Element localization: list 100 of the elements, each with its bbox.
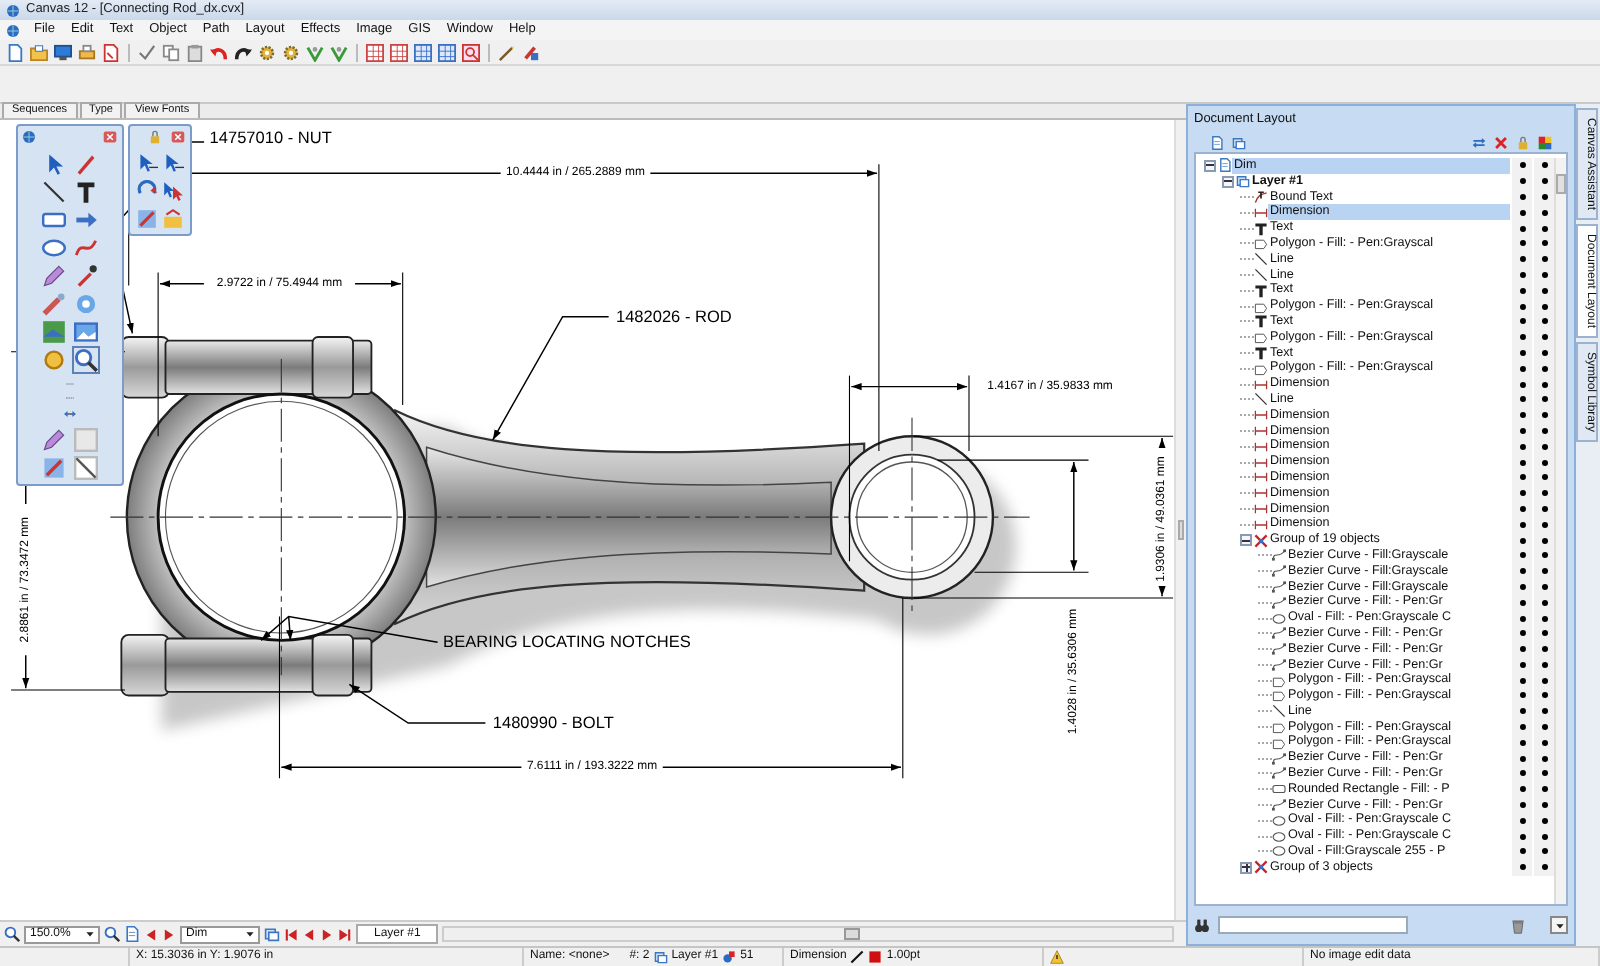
toggle-dot[interactable]: [1541, 318, 1547, 325]
globe-icon[interactable]: [22, 130, 36, 144]
check-v-icon[interactable]: [306, 43, 324, 61]
binoculars-icon[interactable]: [1194, 917, 1210, 933]
toggle-dot[interactable]: [1519, 381, 1525, 388]
previous-icon[interactable]: [144, 927, 158, 941]
toggle-dot[interactable]: [1541, 599, 1547, 606]
toggle-dot[interactable]: [1541, 209, 1547, 216]
next-icon[interactable]: [162, 927, 176, 941]
zoom-grid-icon[interactable]: [462, 43, 480, 61]
toggle-dot[interactable]: [1519, 474, 1525, 481]
toggle-dot[interactable]: [1541, 427, 1547, 434]
toggle-dot[interactable]: [1541, 178, 1547, 185]
fill-swatch-icon[interactable]: [74, 428, 98, 452]
toggle-dot[interactable]: [1519, 427, 1525, 434]
grid-icon[interactable]: [438, 43, 456, 61]
text-tool-icon[interactable]: [74, 180, 98, 204]
toggle-dot[interactable]: [1541, 802, 1547, 809]
toggle-dot[interactable]: [1541, 864, 1547, 871]
toggle-dot[interactable]: [1519, 225, 1525, 232]
copy-layer-icon[interactable]: [1232, 135, 1246, 149]
toggle-dot[interactable]: [1519, 599, 1525, 606]
pen-icon[interactable]: [74, 152, 98, 176]
eyedropper-icon[interactable]: [74, 264, 98, 288]
toggle-dot[interactable]: [1541, 521, 1547, 528]
toggle-dot[interactable]: [1541, 770, 1547, 777]
toggle-dot[interactable]: [1541, 848, 1547, 855]
toggle-dot[interactable]: [1541, 225, 1547, 232]
line-tool-icon[interactable]: [42, 180, 66, 204]
close-icon[interactable]: [102, 130, 118, 144]
toggle-dot[interactable]: [1519, 365, 1525, 372]
toggle-dot[interactable]: [1519, 490, 1525, 497]
toggle-dot[interactable]: [1519, 646, 1525, 653]
lock-icon[interactable]: [1516, 135, 1530, 149]
checkmark-icon[interactable]: [138, 43, 156, 61]
pencil-icon[interactable]: [42, 264, 66, 288]
toggle-dot[interactable]: [1519, 802, 1525, 809]
toggle-dot[interactable]: [1519, 724, 1525, 731]
undo-icon[interactable]: [210, 43, 228, 61]
trash-icon[interactable]: [1510, 917, 1526, 933]
toggle-dot[interactable]: [1519, 303, 1525, 310]
next-icon[interactable]: [320, 927, 334, 941]
toggle-dot[interactable]: [1541, 692, 1547, 699]
colors-icon[interactable]: [1538, 135, 1552, 149]
pointer-icon[interactable]: [136, 152, 158, 174]
horizontal-scrollbar[interactable]: [442, 926, 1174, 942]
toggle-dot[interactable]: [1541, 661, 1547, 668]
toggle-dot[interactable]: [1541, 193, 1547, 200]
new-layer-icon[interactable]: [1210, 135, 1224, 149]
toggle-dot[interactable]: [1541, 271, 1547, 278]
toggle-dot[interactable]: [1519, 349, 1525, 356]
toggle-dot[interactable]: [1541, 739, 1547, 746]
expand-toggle[interactable]: [1204, 159, 1216, 172]
toggle-dot[interactable]: [1519, 817, 1525, 824]
toggle-dot[interactable]: [1519, 287, 1525, 294]
brush-icon[interactable]: [522, 43, 540, 61]
toggle-dot[interactable]: [1519, 833, 1525, 840]
app-menu-icon[interactable]: [6, 23, 20, 37]
toggle-dot[interactable]: [1519, 505, 1525, 512]
toggle-dot[interactable]: [1519, 256, 1525, 263]
zoom-icon[interactable]: [104, 926, 120, 942]
first-icon[interactable]: [284, 927, 298, 941]
expand-toggle[interactable]: [1222, 175, 1234, 188]
rectangle-tool-icon[interactable]: [42, 208, 66, 232]
toggle-dot[interactable]: [1519, 209, 1525, 216]
toggle-dot[interactable]: [1519, 583, 1525, 590]
toggle-dot[interactable]: [1519, 178, 1525, 185]
toggle-dot[interactable]: [1541, 630, 1547, 637]
brush-tool-icon[interactable]: [42, 292, 66, 316]
toggle-dot[interactable]: [1541, 240, 1547, 247]
arrow-tool-icon[interactable]: [74, 208, 98, 232]
toggle-dot[interactable]: [1541, 552, 1547, 559]
tree-scrollbar[interactable]: [1554, 158, 1566, 904]
toggle-dot[interactable]: [1541, 474, 1547, 481]
grid-icon[interactable]: [390, 43, 408, 61]
toggle-dot[interactable]: [1519, 240, 1525, 247]
toggle-dot[interactable]: [1541, 568, 1547, 575]
redo-icon[interactable]: [234, 43, 252, 61]
pencil-icon[interactable]: [42, 428, 66, 452]
dropdown-button[interactable]: [1550, 916, 1568, 934]
toggle-dot[interactable]: [1541, 786, 1547, 793]
toggle-dot[interactable]: [1541, 817, 1547, 824]
swap-icon[interactable]: [1472, 135, 1486, 149]
toggle-dot[interactable]: [1519, 552, 1525, 559]
toggle-dot[interactable]: [1541, 833, 1547, 840]
toggle-dot[interactable]: [1519, 661, 1525, 668]
toggle-dot[interactable]: [1519, 864, 1525, 871]
search-field[interactable]: [1218, 916, 1408, 934]
toggle-dot[interactable]: [1519, 848, 1525, 855]
toggle-dot[interactable]: [1519, 537, 1525, 544]
toggle-dot[interactable]: [1519, 412, 1525, 419]
toggle-dot[interactable]: [1519, 334, 1525, 341]
oval-tool-icon[interactable]: [42, 236, 66, 260]
toggle-dot[interactable]: [1519, 677, 1525, 684]
document-icon[interactable]: [102, 43, 120, 61]
close-icon[interactable]: [170, 130, 186, 144]
map-icon[interactable]: [42, 320, 66, 344]
curve-tool-icon[interactable]: [74, 236, 98, 260]
toggle-dot[interactable]: [1541, 412, 1547, 419]
node-pointer-icon[interactable]: [162, 152, 184, 174]
